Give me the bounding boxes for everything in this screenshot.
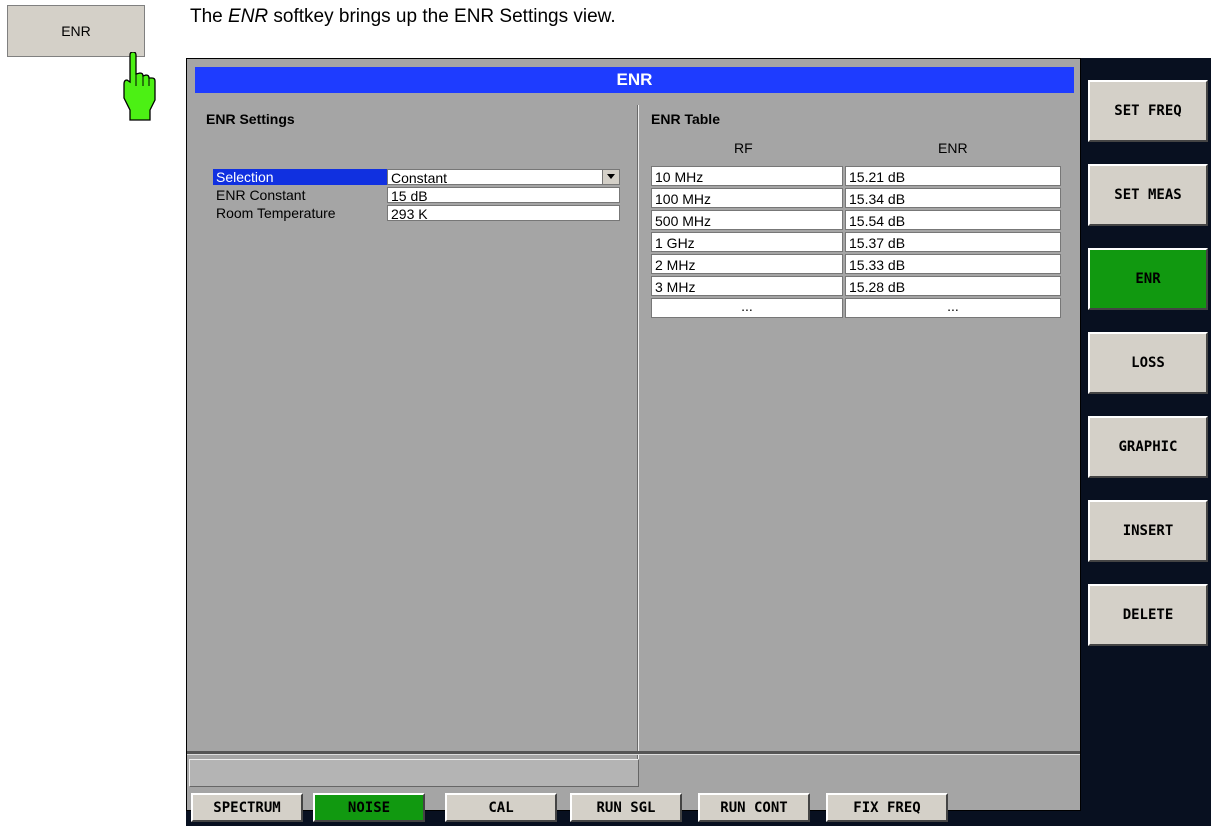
column-header-enr: ENR (938, 140, 968, 156)
run-sgl-hotkey[interactable]: RUN SGL (570, 793, 682, 822)
enr-constant-field[interactable]: 15 dB (387, 187, 620, 204)
caption-text: The ENR softkey brings up the ENR Settin… (190, 6, 616, 27)
enr-table-heading: ENR Table (651, 111, 720, 127)
enr-cell[interactable]: ... (845, 298, 1061, 318)
status-field-left (189, 759, 639, 787)
pointing-hand-icon (123, 52, 156, 121)
loss-softkey[interactable]: LOSS (1088, 332, 1208, 394)
room-temperature-label: Room Temperature (216, 205, 336, 221)
rf-cell[interactable]: 2 MHz (651, 254, 843, 274)
rf-cell[interactable]: ... (651, 298, 843, 318)
settings-row-enr-constant: ENR Constant 15 dB (213, 187, 620, 204)
settings-row-selection: Selection Constant (213, 169, 620, 186)
main-panel: ENR ENR Settings ENR Table Selection Con… (186, 58, 1081, 811)
enr-cell[interactable]: 15.21 dB (845, 166, 1061, 186)
enr-cell[interactable]: 15.28 dB (845, 276, 1061, 296)
panel-divider (637, 105, 639, 769)
insert-softkey[interactable]: INSERT (1088, 500, 1208, 562)
selection-label[interactable]: Selection (213, 169, 387, 185)
selection-value: Constant (391, 170, 448, 186)
window-title: ENR (616, 70, 653, 89)
rf-cell[interactable]: 3 MHz (651, 276, 843, 296)
enr-cell[interactable]: 15.54 dB (845, 210, 1061, 230)
enr-softkey[interactable]: ENR (1088, 248, 1208, 310)
softkey-sidebar: SET FREQ SET MEAS ENR LOSS GRAPHIC INSER… (1086, 58, 1211, 811)
enr-cell[interactable]: 15.33 dB (845, 254, 1061, 274)
run-cont-hotkey[interactable]: RUN CONT (698, 793, 810, 822)
table-row[interactable]: 3 MHz 15.28 dB (651, 276, 1061, 296)
enr-softkey-illustration: ENR (7, 5, 145, 57)
column-header-rf: RF (734, 140, 753, 156)
table-row[interactable]: 500 MHz 15.54 dB (651, 210, 1061, 230)
table-row[interactable]: 2 MHz 15.33 dB (651, 254, 1061, 274)
room-temperature-field[interactable]: 293 K (387, 205, 620, 222)
table-row-empty[interactable]: ... ... (651, 298, 1061, 318)
enr-softkey-label: ENR (61, 23, 91, 39)
instrument-screen: ENR ENR Settings ENR Table Selection Con… (186, 58, 1211, 826)
rf-cell[interactable]: 500 MHz (651, 210, 843, 230)
table-row[interactable]: 10 MHz 15.21 dB (651, 166, 1061, 186)
enr-cell[interactable]: 15.37 dB (845, 232, 1061, 252)
dropdown-arrow-icon[interactable] (602, 170, 619, 184)
enr-settings-heading: ENR Settings (206, 111, 295, 127)
rf-cell[interactable]: 10 MHz (651, 166, 843, 186)
rf-cell[interactable]: 1 GHz (651, 232, 843, 252)
spectrum-hotkey[interactable]: SPECTRUM (191, 793, 303, 822)
fix-freq-hotkey[interactable]: FIX FREQ (826, 793, 948, 822)
delete-softkey[interactable]: DELETE (1088, 584, 1208, 646)
set-freq-softkey[interactable]: SET FREQ (1088, 80, 1208, 142)
hotkey-bar: SPECTRUM NOISE CAL RUN SGL RUN CONT FIX … (186, 791, 1081, 826)
cal-hotkey[interactable]: CAL (445, 793, 557, 822)
table-row[interactable]: 100 MHz 15.34 dB (651, 188, 1061, 208)
status-separator (187, 751, 1080, 755)
noise-hotkey[interactable]: NOISE (313, 793, 425, 822)
table-row[interactable]: 1 GHz 15.37 dB (651, 232, 1061, 252)
graphic-softkey[interactable]: GRAPHIC (1088, 416, 1208, 478)
status-field-right (639, 759, 1078, 787)
enr-cell[interactable]: 15.34 dB (845, 188, 1061, 208)
enr-constant-label: ENR Constant (216, 187, 306, 203)
set-meas-softkey[interactable]: SET MEAS (1088, 164, 1208, 226)
window-title-bar: ENR (195, 67, 1074, 93)
rf-cell[interactable]: 100 MHz (651, 188, 843, 208)
selection-dropdown[interactable]: Constant (387, 169, 620, 186)
settings-row-room-temperature: Room Temperature 293 K (213, 205, 620, 222)
